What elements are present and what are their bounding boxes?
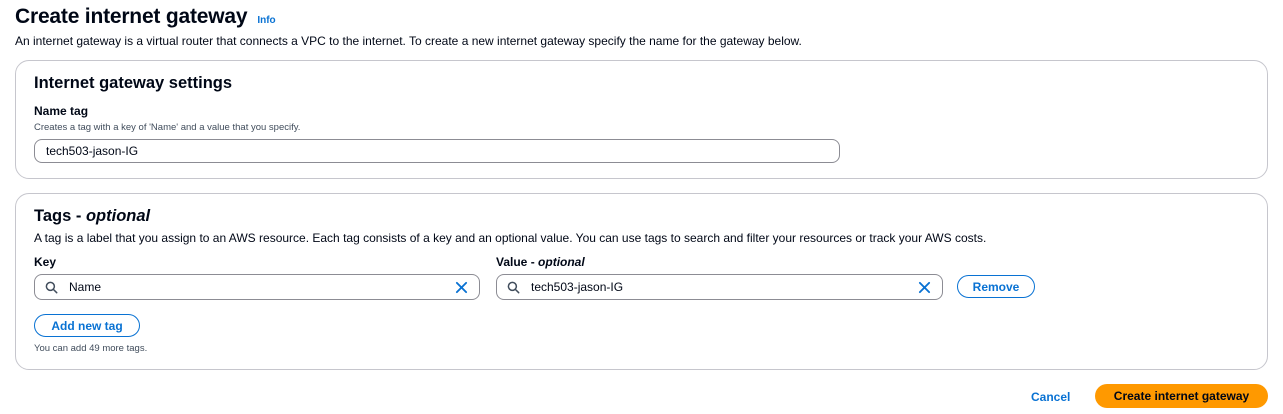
close-icon[interactable] (453, 279, 469, 295)
tags-description: A tag is a label that you assign to an A… (34, 231, 987, 245)
tag-key-value: Name (69, 280, 102, 294)
search-icon (506, 280, 520, 294)
tags-title-optional: optional (85, 207, 151, 225)
name-tag-label: Name tag (34, 104, 89, 118)
tag-value-value: tech503-jason-IG (531, 280, 624, 294)
name-tag-description: Creates a tag with a key of 'Name' and a… (34, 122, 301, 133)
internet-gateway-settings-panel: Internet gateway settings Name tag Creat… (15, 60, 1268, 179)
tags-panel: Tags - optional A tag is a label that yo… (15, 193, 1268, 370)
value-column-label: Value - optional (496, 255, 585, 269)
info-link[interactable]: Info (257, 15, 275, 26)
cancel-button[interactable]: Cancel (1031, 387, 1070, 407)
remove-tag-button[interactable]: Remove (957, 275, 1035, 298)
name-tag-input[interactable]: tech503-jason-IG (34, 139, 840, 163)
create-internet-gateway-button[interactable]: Create internet gateway (1095, 384, 1268, 408)
tags-title-main: Tags - (34, 207, 86, 225)
value-label-optional: optional (538, 255, 585, 269)
settings-panel-title: Internet gateway settings (34, 74, 233, 92)
title-row: Create internet gateway Info (15, 5, 1265, 29)
key-column-label: Key (34, 255, 57, 269)
tag-key-input[interactable]: Name (34, 274, 480, 300)
page-description: An internet gateway is a virtual router … (15, 34, 802, 48)
page-header: Create internet gateway Info An internet… (15, 5, 1265, 48)
add-new-tag-button[interactable]: Add new tag (34, 314, 140, 337)
tag-value-input[interactable]: tech503-jason-IG (496, 274, 943, 300)
close-icon[interactable] (916, 279, 932, 295)
page-title: Create internet gateway (15, 5, 248, 28)
value-label-main: Value - (496, 255, 539, 269)
tags-panel-title: Tags - optional (34, 207, 150, 226)
name-tag-input-value: tech503-jason-IG (46, 144, 139, 158)
search-icon (44, 280, 58, 294)
tags-remaining-hint: You can add 49 more tags. (34, 343, 148, 354)
